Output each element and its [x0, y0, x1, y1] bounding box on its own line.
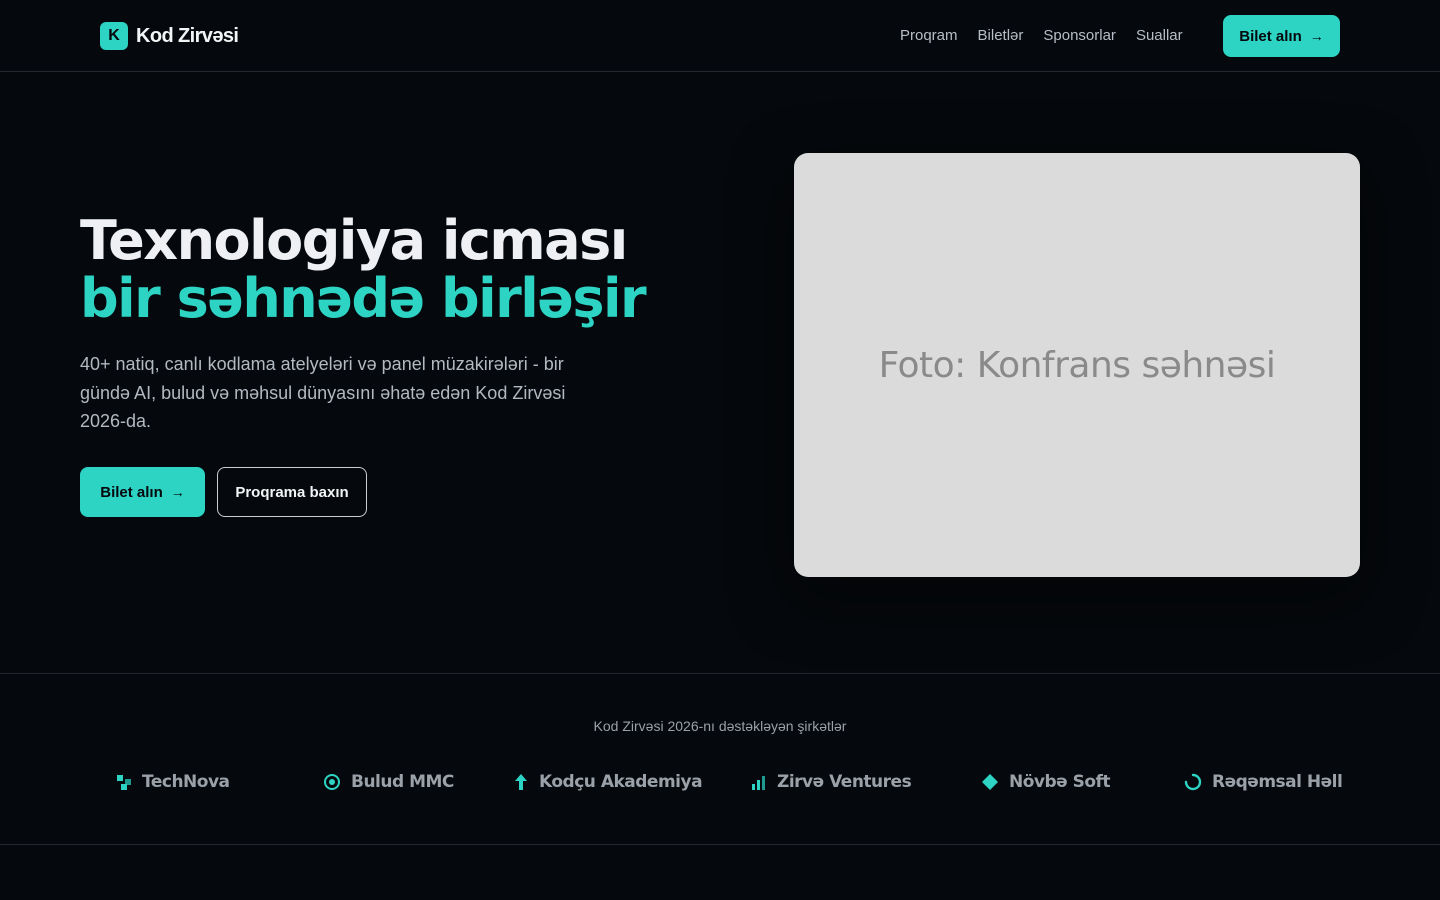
arrow-up-icon	[515, 774, 527, 790]
diamond-icon	[982, 774, 998, 790]
sponsor-name: Kodçu Akademiya	[539, 772, 703, 792]
sponsors-title: Kod Zirvəsi 2026-nı dəstəkləyən şirkətlə…	[593, 718, 847, 734]
sponsors-section: Kod Zirvəsi 2026-nı dəstəkləyən şirkətlə…	[0, 673, 1440, 845]
main-nav: Proqram Biletlər Sponsorlar Suallar	[900, 26, 1183, 46]
nav-item-program[interactable]: Proqram	[900, 26, 958, 46]
hero-title: Texnologiya icması bir səhnədə birləşir	[80, 212, 780, 328]
hero-description: 40+ natiq, canlı kodlama atelyeləri və p…	[80, 354, 566, 431]
hero-title-line2: bir səhnədə birləşir	[80, 267, 647, 330]
arrow-right-icon: →	[1309, 28, 1324, 44]
nav-item-faq[interactable]: Suallar	[1136, 26, 1183, 46]
nav-item-tickets[interactable]: Biletlər	[978, 26, 1024, 46]
brand-logo[interactable]: K Kod Zirvəsi	[100, 22, 239, 50]
site-header: K Kod Zirvəsi Proqram Biletlər Sponsorla…	[0, 0, 1440, 72]
buy-ticket-button[interactable]: Bilet alın →	[80, 467, 205, 517]
sponsor-bulud[interactable]: Bulud MMC	[323, 772, 454, 792]
sponsor-kodcu[interactable]: Kodçu Akademiya	[513, 772, 703, 792]
spinner-icon	[1184, 773, 1202, 791]
buy-ticket-label: Bilet alın	[100, 483, 163, 501]
bar-chart-icon	[752, 776, 765, 790]
header-buy-ticket-label: Bilet alın	[1239, 27, 1302, 45]
hero-image-placeholder: Foto: Konfrans səhnəsi	[794, 153, 1360, 577]
hero-image-caption: Foto: Konfrans səhnəsi	[878, 344, 1276, 386]
brand-name: Kod Zirvəsi	[136, 24, 239, 47]
sponsor-novbe[interactable]: Növbə Soft	[981, 772, 1111, 792]
sponsor-name: TechNova	[142, 772, 230, 792]
header-buy-ticket-button[interactable]: Bilet alın →	[1223, 15, 1340, 57]
nav-item-sponsors[interactable]: Sponsorlar	[1043, 26, 1116, 46]
logo-mark: K	[100, 22, 128, 50]
view-program-label: Proqrama baxın	[235, 483, 349, 501]
sponsor-technova[interactable]: TechNova	[116, 772, 230, 792]
sponsor-name: Növbə Soft	[1009, 772, 1111, 792]
sponsor-name: Bulud MMC	[351, 772, 454, 792]
sponsor-reqemsal[interactable]: Rəqəmsal Həll	[1184, 772, 1343, 792]
view-program-button[interactable]: Proqrama baxın	[217, 467, 367, 517]
hero-title-line1: Texnologiya icması	[80, 209, 628, 272]
sponsor-zirve[interactable]: Zirvə Ventures	[751, 772, 912, 792]
sponsor-name: Zirvə Ventures	[777, 772, 912, 792]
sponsor-name: Rəqəmsal Həll	[1212, 772, 1343, 792]
arrow-right-icon: →	[170, 484, 185, 500]
squares-icon	[117, 775, 131, 790]
target-icon	[324, 774, 340, 790]
